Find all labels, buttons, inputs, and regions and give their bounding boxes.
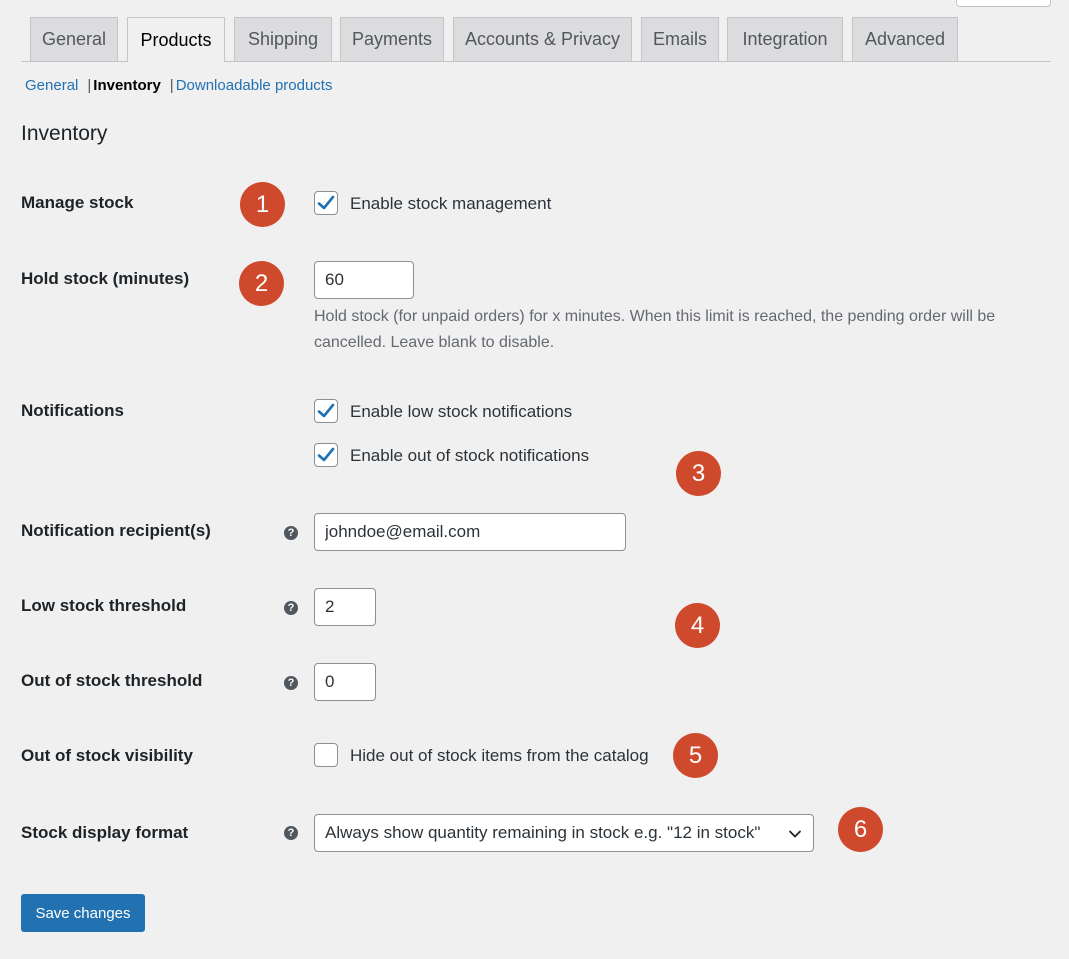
out-of-stock-threshold-label: Out of stock threshold — [21, 671, 202, 691]
save-changes-button[interactable]: Save changes — [21, 894, 145, 932]
annotation-badge-5: 5 — [673, 733, 718, 778]
recipient-email-input[interactable] — [314, 513, 626, 551]
low-stock-threshold-input[interactable] — [314, 588, 376, 626]
out-of-stock-threshold-input[interactable] — [314, 663, 376, 701]
notifications-label: Notifications — [21, 401, 124, 421]
hold-stock-input[interactable] — [314, 261, 414, 299]
stock-display-format-select[interactable]: Always show quantity remaining in stock … — [314, 814, 814, 852]
subnav-separator: | — [170, 77, 174, 94]
top-right-control[interactable] — [956, 0, 1051, 7]
tab-payments[interactable]: Payments — [340, 17, 444, 61]
tab-integration[interactable]: Integration — [727, 17, 843, 61]
section-title: Inventory — [21, 122, 107, 146]
help-icon[interactable]: ? — [284, 676, 298, 690]
tab-accounts-privacy[interactable]: Accounts & Privacy — [453, 17, 632, 61]
tab-emails[interactable]: Emails — [641, 17, 719, 61]
low-stock-notification-checkbox[interactable] — [314, 399, 338, 423]
low-stock-threshold-label: Low stock threshold — [21, 596, 186, 616]
subnav-separator: | — [87, 77, 91, 94]
annotation-badge-4: 4 — [675, 603, 720, 648]
subsection-nav: General | Inventory | Downloadable produ… — [25, 77, 332, 94]
tab-general[interactable]: General — [30, 17, 118, 61]
help-icon[interactable]: ? — [284, 526, 298, 540]
stock-display-format-value: Always show quantity remaining in stock … — [325, 823, 760, 843]
visibility-label: Out of stock visibility — [21, 746, 193, 766]
annotation-badge-2: 2 — [239, 261, 284, 306]
hold-stock-label: Hold stock (minutes) — [21, 269, 189, 289]
manage-stock-label: Manage stock — [21, 193, 133, 213]
checkmark-icon — [317, 446, 335, 464]
out-of-stock-notification-label: Enable out of stock notifications — [350, 446, 589, 466]
stock-display-format-label: Stock display format — [21, 823, 188, 843]
annotation-badge-6: 6 — [838, 807, 883, 852]
help-icon[interactable]: ? — [284, 601, 298, 615]
manage-stock-checkbox[interactable] — [314, 191, 338, 215]
hide-out-of-stock-label: Hide out of stock items from the catalog — [350, 746, 649, 766]
hide-out-of-stock-checkbox[interactable] — [314, 743, 338, 767]
tab-shipping[interactable]: Shipping — [234, 17, 332, 61]
annotation-badge-1: 1 — [240, 182, 285, 227]
tab-advanced[interactable]: Advanced — [852, 17, 958, 61]
subnav-inventory-current: Inventory — [93, 77, 161, 94]
help-icon[interactable]: ? — [284, 826, 298, 840]
chevron-down-icon — [787, 826, 803, 842]
out-of-stock-notification-checkbox[interactable] — [314, 443, 338, 467]
tab-products[interactable]: Products — [127, 17, 225, 62]
checkmark-icon — [317, 194, 335, 212]
recipient-label: Notification recipient(s) — [21, 521, 211, 541]
subnav-downloadable-link[interactable]: Downloadable products — [176, 77, 333, 94]
hold-stock-description: Hold stock (for unpaid orders) for x min… — [314, 304, 1049, 356]
annotation-badge-3: 3 — [676, 451, 721, 496]
checkmark-icon — [317, 402, 335, 420]
manage-stock-checkbox-label: Enable stock management — [350, 194, 551, 214]
low-stock-notification-label: Enable low stock notifications — [350, 402, 572, 422]
subnav-general-link[interactable]: General — [25, 77, 78, 94]
